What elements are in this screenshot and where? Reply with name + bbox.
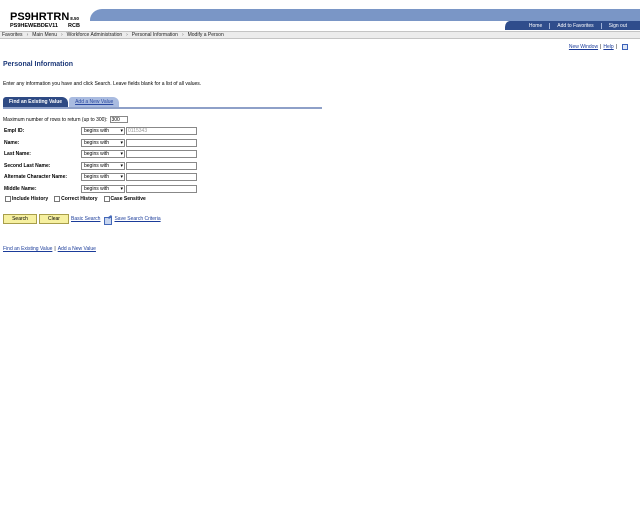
include-history-label: Include History xyxy=(12,196,49,202)
empl-id-row: Empl ID: begins with ▾ 0115343 xyxy=(4,126,197,135)
dropdown-arrow-icon: ▾ xyxy=(120,140,123,146)
sign-out-link[interactable]: Sign out xyxy=(600,22,634,29)
add-new-value-link[interactable]: Add a New Value xyxy=(58,246,96,252)
dropdown-arrow-icon: ▾ xyxy=(120,128,123,134)
second-last-name-operator-select[interactable]: begins with ▾ xyxy=(81,161,125,170)
breadcrumb-separator-icon: › xyxy=(26,32,29,38)
header-band xyxy=(90,9,640,21)
bottom-links: Find an Existing Value | Add a New Value xyxy=(3,246,96,252)
max-rows-row: Maximum number of rows to return (up to … xyxy=(3,116,128,123)
last-name-row: Last Name: begins with ▾ xyxy=(4,149,197,158)
last-name-label: Last Name: xyxy=(4,150,31,157)
operator-value: begins with xyxy=(84,127,110,134)
link-divider: | xyxy=(600,44,602,50)
dropdown-arrow-icon: ▾ xyxy=(120,174,123,180)
case-sensitive-checkbox[interactable]: Case Sensitive xyxy=(103,196,146,202)
name-operator-select[interactable]: begins with ▾ xyxy=(81,138,125,147)
operator-value: begins with xyxy=(84,139,110,146)
help-link[interactable]: Help xyxy=(603,44,613,50)
case-sensitive-label: Case Sensitive xyxy=(110,196,146,202)
breadcrumb-main-menu[interactable]: Main Menu xyxy=(32,32,57,38)
link-divider: | xyxy=(615,44,617,50)
alternate-character-name-row: Alternate Character Name: begins with ▾ xyxy=(4,172,197,181)
middle-name-label: Middle Name: xyxy=(4,185,37,192)
search-actions: Search Clear Basic Search Save Search Cr… xyxy=(3,214,161,225)
breadcrumb-separator-icon: › xyxy=(181,32,184,38)
second-last-name-row: Second Last Name: begins with ▾ xyxy=(4,161,197,170)
alternate-character-name-label: Alternate Character Name: xyxy=(4,173,68,180)
app-header: PS9HRTRN8.50 PS9HEWEBDEV11 RCB Home Add t… xyxy=(0,0,640,31)
customize-page-icon[interactable] xyxy=(622,44,628,50)
correct-history-label: Correct History xyxy=(61,196,98,202)
basic-search-link[interactable]: Basic Search xyxy=(71,216,100,222)
breadcrumb-workforce-administration[interactable]: Workforce Administration xyxy=(67,32,122,38)
search-button[interactable]: Search xyxy=(3,214,37,224)
checkbox-box[interactable] xyxy=(103,196,110,202)
tab-underline xyxy=(3,107,322,109)
operator-value: begins with xyxy=(84,150,110,157)
search-options: Include History Correct History Case Sen… xyxy=(5,196,152,202)
dropdown-arrow-icon: ▾ xyxy=(120,151,123,157)
empl-id-label: Empl ID: xyxy=(4,127,25,134)
clear-button[interactable]: Clear xyxy=(39,214,69,224)
last-name-operator-select[interactable]: begins with ▾ xyxy=(81,149,125,158)
name-input[interactable] xyxy=(126,138,197,147)
max-rows-input[interactable]: 300 xyxy=(109,116,128,123)
include-history-checkbox[interactable]: Include History xyxy=(5,196,48,202)
app-brand: PS9HRTRN8.50 xyxy=(10,11,80,23)
page-utility-links: New Window | Help | xyxy=(569,44,628,50)
search-tabs: Find an Existing Value Add a New Value xyxy=(3,97,120,107)
database-suffix: RCB xyxy=(68,23,80,29)
link-divider: | xyxy=(54,246,56,252)
last-name-input[interactable] xyxy=(126,149,197,158)
max-rows-label: Maximum number of rows to return (up to … xyxy=(3,116,108,123)
middle-name-input[interactable] xyxy=(126,184,197,193)
second-last-name-label: Second Last Name: xyxy=(4,162,51,169)
save-search-criteria-link[interactable]: Save Search Criteria xyxy=(114,216,160,222)
save-search-criteria-icon[interactable] xyxy=(104,216,113,225)
brand-version: 8.50 xyxy=(70,16,80,21)
home-link[interactable]: Home xyxy=(522,23,549,29)
instructions-text: Enter any information you have and click… xyxy=(3,81,202,87)
middle-name-operator-select[interactable]: begins with ▾ xyxy=(81,184,125,193)
tab-find-existing-value[interactable]: Find an Existing Value xyxy=(3,97,69,107)
middle-name-row: Middle Name: begins with ▾ xyxy=(4,184,197,193)
operator-value: begins with xyxy=(84,162,110,169)
checkbox-box[interactable] xyxy=(5,196,11,202)
empl-id-input[interactable]: 0115343 xyxy=(126,126,197,135)
dropdown-arrow-icon: ▾ xyxy=(120,186,123,192)
tab-add-new-value[interactable]: Add a New Value xyxy=(69,97,120,107)
header-links: Home Add to Favorites Sign out xyxy=(522,22,634,29)
breadcrumb-separator-icon: › xyxy=(126,32,128,38)
breadcrumb-separator-icon: › xyxy=(60,32,63,38)
alternate-character-name-input[interactable] xyxy=(126,172,197,181)
name-row: Name: begins with ▾ xyxy=(4,138,197,147)
operator-value: begins with xyxy=(84,185,110,192)
checkbox-box[interactable] xyxy=(54,196,61,202)
dropdown-arrow-icon: ▾ xyxy=(120,163,123,169)
second-last-name-input[interactable] xyxy=(126,161,197,170)
breadcrumb: Favorites › Main Menu › Workforce Administ… xyxy=(0,31,640,39)
operator-value: begins with xyxy=(84,173,110,180)
new-window-link[interactable]: New Window xyxy=(569,44,598,50)
alternate-character-name-operator-select[interactable]: begins with ▾ xyxy=(81,172,125,181)
name-label: Name: xyxy=(4,139,20,146)
add-to-favorites-link[interactable]: Add to Favorites xyxy=(549,22,600,29)
page-title: Personal Information xyxy=(3,61,74,68)
breadcrumb-favorites[interactable]: Favorites xyxy=(2,32,23,38)
breadcrumb-modify-a-person[interactable]: Modify a Person xyxy=(188,32,224,38)
breadcrumb-personal-information[interactable]: Personal Information xyxy=(132,32,178,38)
find-existing-value-link[interactable]: Find an Existing Value xyxy=(3,246,52,252)
database-name: PS9HEWEBDEV11 RCB xyxy=(10,23,80,29)
empl-id-operator-select[interactable]: begins with ▾ xyxy=(81,126,125,135)
correct-history-checkbox[interactable]: Correct History xyxy=(54,196,98,202)
